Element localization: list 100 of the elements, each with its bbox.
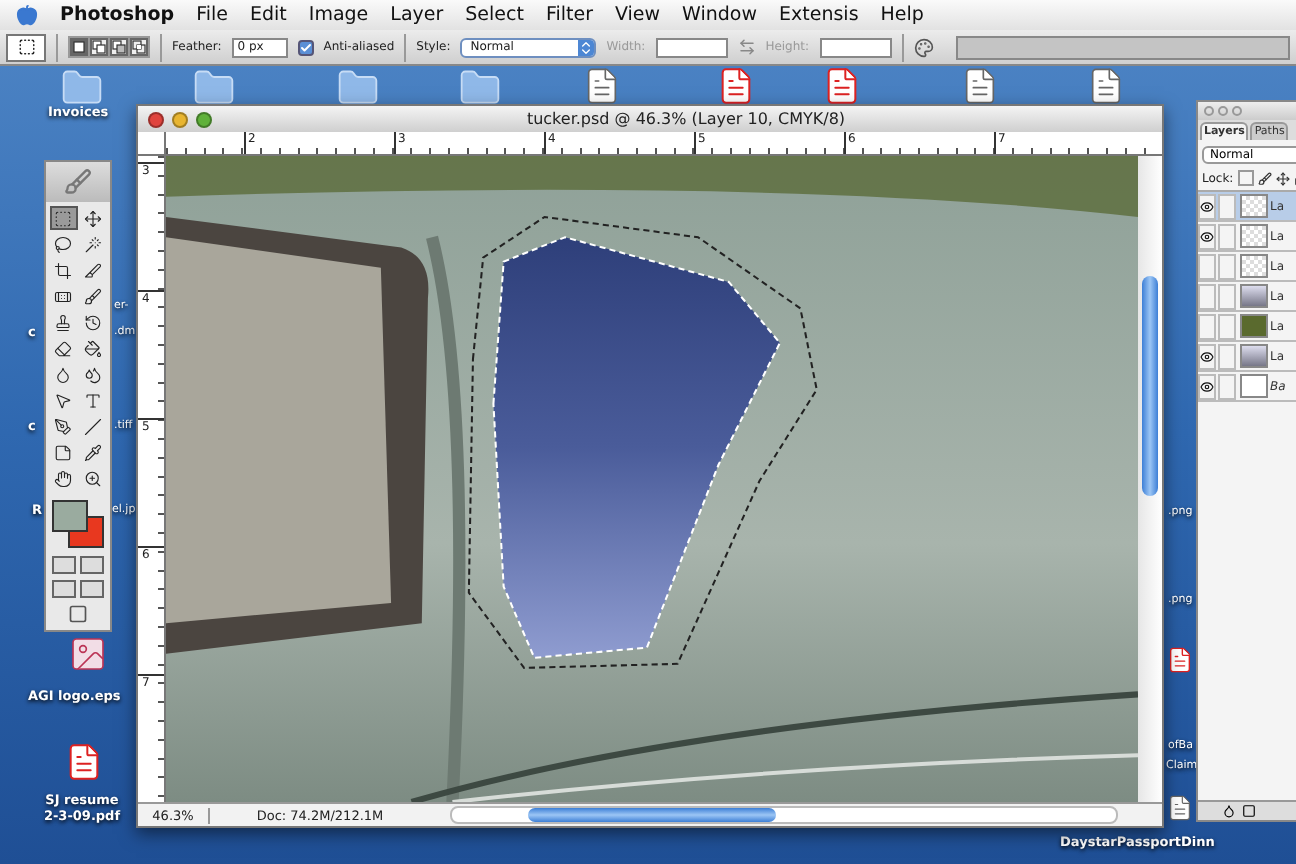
selection-mode-button[interactable] bbox=[110, 38, 128, 56]
menu-item[interactable]: Edit bbox=[249, 4, 287, 26]
menu-item[interactable]: Select bbox=[465, 4, 524, 26]
anti-aliased-checkbox[interactable] bbox=[297, 39, 314, 55]
brush-icon bbox=[84, 287, 102, 305]
line-tool-icon bbox=[84, 417, 102, 435]
tool-button[interactable] bbox=[79, 440, 107, 464]
hand-icon bbox=[54, 469, 72, 487]
visibility-toggle[interactable] bbox=[1198, 193, 1216, 219]
horizontal-scrollbar[interactable] bbox=[450, 806, 1118, 824]
visibility-toggle[interactable] bbox=[1198, 343, 1216, 369]
window-title: tucker.psd @ 46.3% (Layer 10, CMYK/8) bbox=[524, 110, 848, 128]
stamp-icon bbox=[54, 313, 72, 331]
tool-button[interactable] bbox=[79, 414, 107, 438]
standard-mode-button[interactable] bbox=[52, 556, 76, 574]
height-input[interactable] bbox=[819, 37, 892, 57]
history-brush-icon bbox=[84, 313, 102, 331]
tool-button[interactable] bbox=[79, 284, 107, 308]
link-toggle[interactable] bbox=[1218, 313, 1236, 339]
menu-item[interactable]: Help bbox=[880, 4, 924, 26]
eye-icon bbox=[1200, 379, 1214, 393]
tool-button[interactable] bbox=[49, 336, 77, 360]
pdf-file-icon[interactable] bbox=[822, 66, 862, 106]
pointer-icon bbox=[54, 391, 72, 409]
link-toggle[interactable] bbox=[1218, 283, 1236, 309]
scroll-thumb[interactable] bbox=[1142, 276, 1158, 496]
visibility-toggle[interactable] bbox=[1198, 373, 1216, 399]
pdf-file-icon[interactable] bbox=[1166, 646, 1194, 674]
menu-item[interactable]: Photoshop bbox=[60, 4, 175, 26]
link-toggle[interactable] bbox=[1218, 193, 1236, 219]
menu-item[interactable]: Layer bbox=[390, 4, 444, 26]
pdf-file-icon[interactable] bbox=[64, 742, 104, 782]
eyedropper-icon bbox=[84, 443, 102, 461]
selection-mode-button[interactable] bbox=[70, 38, 88, 56]
document-icon[interactable] bbox=[1086, 66, 1126, 106]
color-swatches-drawing[interactable] bbox=[50, 498, 106, 550]
menu-item[interactable]: Extensis bbox=[779, 4, 859, 26]
palette-icon[interactable] bbox=[913, 37, 934, 57]
tool-button[interactable] bbox=[49, 466, 77, 490]
eraser-icon bbox=[54, 339, 72, 357]
droplet-icon bbox=[54, 365, 72, 383]
move-arrow-icon bbox=[84, 209, 102, 227]
tool-button[interactable] bbox=[49, 258, 77, 282]
screen-mode-button[interactable] bbox=[52, 580, 76, 598]
zoom-icon bbox=[84, 469, 102, 487]
droplets-icon bbox=[84, 365, 102, 383]
menu-item[interactable]: File bbox=[196, 4, 228, 26]
lasso-icon bbox=[54, 235, 72, 253]
vertical-scrollbar[interactable] bbox=[1138, 156, 1162, 802]
marquee-tool-icon bbox=[17, 38, 35, 56]
menu-item[interactable]: Window bbox=[682, 4, 758, 26]
bandage-icon bbox=[54, 287, 72, 305]
document-icon[interactable] bbox=[960, 66, 1000, 106]
pen-icon bbox=[54, 417, 72, 435]
document-icon[interactable] bbox=[582, 66, 622, 106]
crop-icon bbox=[54, 261, 72, 279]
menu-item[interactable]: Image bbox=[308, 4, 369, 26]
visibility-toggle[interactable] bbox=[1198, 223, 1216, 249]
tool-button[interactable] bbox=[79, 206, 107, 230]
chevron-icon bbox=[578, 39, 595, 55]
folder-icon[interactable] bbox=[192, 66, 236, 110]
folder-icon[interactable] bbox=[336, 66, 380, 110]
wand-icon bbox=[84, 235, 102, 253]
tool-preset-picker[interactable] bbox=[6, 33, 46, 61]
type-tool-icon bbox=[84, 391, 102, 409]
note-icon bbox=[54, 443, 72, 461]
tool-button[interactable] bbox=[79, 336, 107, 360]
visibility-toggle[interactable] bbox=[1198, 283, 1216, 309]
document-icon[interactable] bbox=[1166, 794, 1194, 822]
tool-button[interactable] bbox=[79, 258, 107, 282]
eye-icon bbox=[1200, 349, 1214, 363]
eye-icon bbox=[1200, 229, 1214, 243]
pdf-file-icon[interactable] bbox=[716, 66, 756, 106]
folder-icon[interactable] bbox=[60, 66, 104, 110]
width-input[interactable] bbox=[655, 37, 728, 57]
visibility-toggle[interactable] bbox=[1198, 313, 1216, 339]
menu-item[interactable]: View bbox=[615, 4, 661, 26]
selection-mode-button[interactable] bbox=[130, 38, 148, 56]
tool-button[interactable] bbox=[49, 206, 77, 230]
folder-icon[interactable] bbox=[458, 66, 502, 110]
eye-icon bbox=[1200, 199, 1214, 213]
link-toggle[interactable] bbox=[1218, 343, 1236, 369]
menu-item[interactable]: Filter bbox=[545, 4, 593, 26]
marquee-tool-icon bbox=[54, 209, 72, 227]
link-toggle[interactable] bbox=[1218, 253, 1236, 279]
tool-button[interactable] bbox=[49, 414, 77, 438]
brush-icon[interactable] bbox=[1257, 171, 1272, 185]
link-toggle[interactable] bbox=[1218, 223, 1236, 249]
screen-mode-button[interactable] bbox=[80, 580, 104, 598]
image-file-icon[interactable] bbox=[68, 634, 108, 674]
tool-button[interactable] bbox=[49, 232, 77, 256]
knife-icon bbox=[84, 261, 102, 279]
visibility-toggle[interactable] bbox=[1198, 253, 1216, 279]
link-toggle[interactable] bbox=[1218, 373, 1236, 399]
scroll-thumb[interactable] bbox=[528, 808, 776, 822]
quick-mask-button[interactable] bbox=[80, 556, 104, 574]
apple-icon[interactable] bbox=[16, 4, 38, 26]
move-icon[interactable] bbox=[1275, 171, 1290, 185]
swap-icon[interactable] bbox=[737, 38, 756, 56]
selection-mode-button[interactable] bbox=[90, 38, 108, 56]
